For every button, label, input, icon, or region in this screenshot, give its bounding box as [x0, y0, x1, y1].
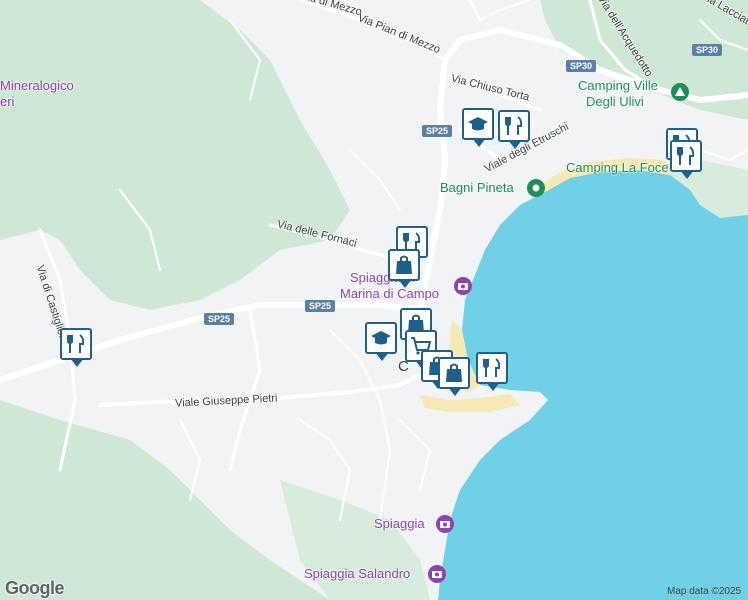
school-icon [468, 117, 488, 131]
map-marker[interactable] [462, 108, 496, 150]
google-logo: Google [5, 578, 65, 598]
place-label-spiaggia-salandro[interactable]: Spiaggia Salandro [304, 566, 410, 581]
place-label-camping-ville[interactable]: Camping Ville [578, 78, 658, 93]
restaurant-icon [505, 116, 523, 135]
camera-icon[interactable] [436, 515, 454, 533]
place-label-camping-ville-line2[interactable]: Degli Ulivi [586, 94, 644, 109]
route-shield-sp25: SP25 [305, 300, 336, 312]
restaurant-icon [483, 358, 501, 377]
map-marker[interactable] [498, 110, 532, 152]
route-shield-sp30: SP30 [692, 44, 723, 56]
route-shield-sp30: SP30 [566, 60, 597, 72]
route-shield-sp25: SP25 [422, 125, 453, 137]
route-shield-sp25: SP25 [204, 313, 235, 325]
map-marker[interactable] [388, 249, 422, 291]
camera-icon[interactable] [428, 565, 446, 583]
camera-icon[interactable] [454, 277, 472, 295]
place-label-camping-foce[interactable]: Camping La Foce [566, 160, 669, 175]
map-marker[interactable] [476, 352, 510, 394]
shopping-bag-icon [446, 363, 462, 382]
place-label-spiaggia[interactable]: Spiaggia [374, 516, 425, 531]
beach-poi-icon[interactable] [527, 179, 545, 197]
map-marker[interactable] [438, 357, 472, 399]
map-marker[interactable] [365, 322, 399, 364]
restaurant-icon [677, 146, 695, 165]
attribution-text[interactable]: Map data ©2025 [667, 586, 741, 597]
school-icon [371, 331, 391, 345]
map-marker[interactable] [60, 328, 94, 370]
shopping-bag-icon [396, 255, 412, 274]
place-label-museo[interactable]: Mineralogico [0, 78, 74, 93]
map-marker[interactable] [670, 140, 704, 182]
place-label-museo-line2[interactable]: eri [0, 94, 14, 109]
restaurant-icon [67, 334, 85, 353]
place-label-bagni-pineta[interactable]: Bagni Pineta [440, 180, 514, 195]
campground-icon[interactable] [671, 83, 689, 101]
